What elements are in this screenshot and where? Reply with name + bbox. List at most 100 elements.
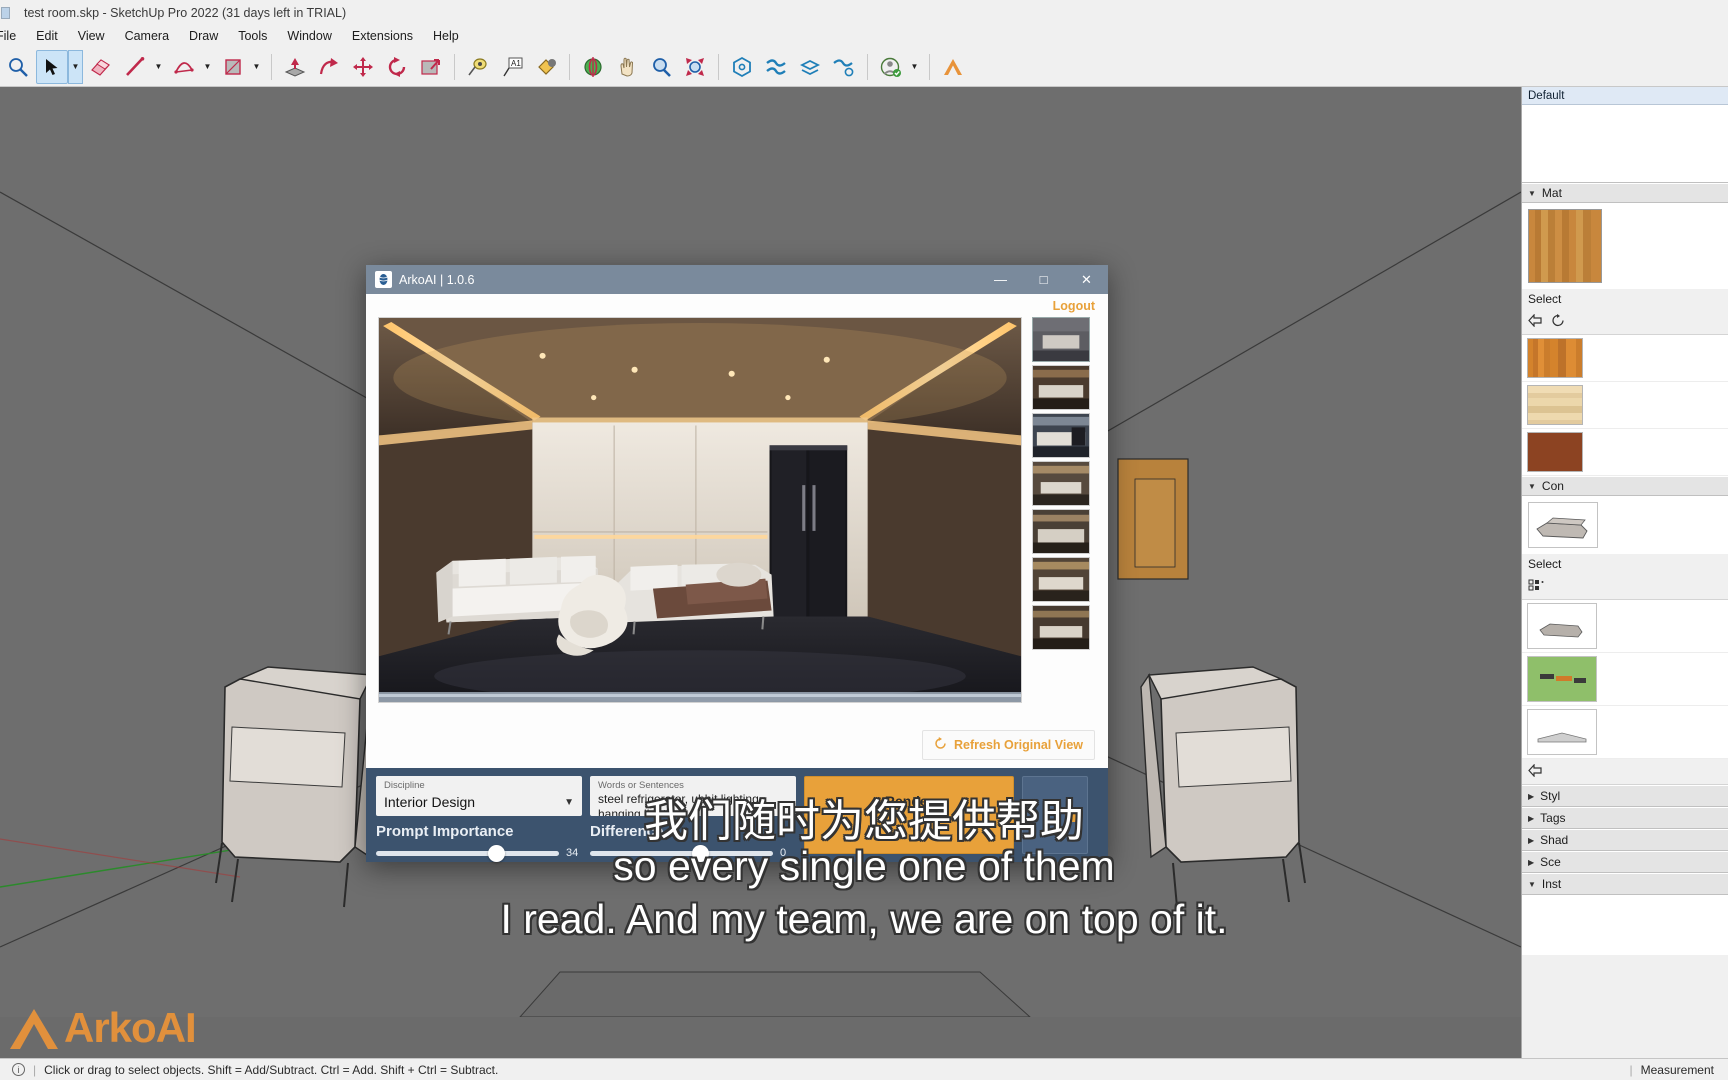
list-item[interactable] — [1522, 600, 1728, 653]
material-swatch[interactable] — [1527, 385, 1583, 425]
difference-slider[interactable]: 0 — [590, 844, 796, 862]
section-instructor[interactable]: ▼ Inst — [1522, 873, 1728, 895]
eraser-icon[interactable] — [85, 50, 117, 84]
main-toolbar[interactable]: ▼ ▼ ▼ ▼ A1 ▼ — [0, 47, 1728, 87]
materials-nav-row[interactable] — [1522, 309, 1728, 335]
orbit-icon[interactable] — [577, 50, 609, 84]
solid-tools-icon[interactable] — [726, 50, 758, 84]
rectangle-dropdown-icon[interactable]: ▼ — [249, 50, 264, 84]
close-button[interactable]: ✕ — [1065, 265, 1108, 294]
render-thumbnail-strip[interactable] — [1032, 317, 1096, 768]
menu-window[interactable]: Window — [277, 25, 341, 47]
back-arrow-icon[interactable] — [1528, 762, 1543, 780]
zoom-extents-icon[interactable] — [679, 50, 711, 84]
section-tags[interactable]: ▶ Tags — [1522, 807, 1728, 829]
section-shadows[interactable]: ▶ Shad — [1522, 829, 1728, 851]
slider-track[interactable] — [376, 844, 559, 862]
menu-edit[interactable]: Edit — [26, 25, 68, 47]
menu-help[interactable]: Help — [423, 25, 469, 47]
materials-list[interactable] — [1522, 335, 1728, 476]
sandbox-icon[interactable] — [760, 50, 792, 84]
line-dropdown-icon[interactable]: ▼ — [151, 50, 166, 84]
chevron-down-icon[interactable]: ▼ — [564, 797, 574, 808]
list-item[interactable] — [1522, 706, 1728, 759]
window-controls[interactable]: — □ ✕ — [979, 265, 1108, 294]
menubar[interactable]: File Edit View Camera Draw Tools Window … — [0, 25, 1728, 47]
refresh-small-icon[interactable] — [1551, 313, 1566, 330]
slider-knob[interactable] — [487, 844, 505, 862]
arc-icon[interactable] — [168, 50, 200, 84]
thumbnail-3[interactable] — [1032, 461, 1090, 506]
thumbnail-6[interactable] — [1032, 605, 1090, 650]
followme-icon[interactable] — [313, 50, 345, 84]
refresh-original-view-button[interactable]: Refresh Original View — [922, 730, 1095, 760]
default-tray-panel[interactable]: Default ▼ Mat Select ▼ Con Select ▶ Styl… — [1521, 87, 1728, 1080]
component-thumb[interactable] — [1527, 709, 1597, 755]
grid-view-icon[interactable] — [1528, 578, 1545, 595]
material-swatch-active[interactable] — [1528, 209, 1602, 283]
component-thumb[interactable] — [1527, 656, 1597, 702]
menu-draw[interactable]: Draw — [179, 25, 228, 47]
list-item[interactable] — [1522, 335, 1728, 382]
render-button[interactable]: Render — [804, 776, 1014, 854]
section-scenes[interactable]: ▶ Sce — [1522, 851, 1728, 873]
menu-extensions[interactable]: Extensions — [342, 25, 423, 47]
zoom-window-icon[interactable] — [645, 50, 677, 84]
account-icon[interactable] — [875, 50, 907, 84]
components-nav-row[interactable] — [1522, 574, 1728, 600]
rectangle-icon[interactable] — [217, 50, 249, 84]
slider-knob[interactable] — [692, 844, 710, 862]
minimize-button[interactable]: — — [979, 265, 1022, 294]
back-arrow-icon[interactable] — [1528, 312, 1543, 330]
section-materials[interactable]: ▼ Mat — [1522, 183, 1728, 203]
select-dropdown-icon[interactable]: ▼ — [68, 49, 83, 84]
menu-camera[interactable]: Camera — [115, 25, 179, 47]
section-styles[interactable]: ▶ Styl — [1522, 785, 1728, 807]
render-options-panel[interactable] — [1022, 776, 1088, 854]
account-dropdown-icon[interactable]: ▼ — [907, 50, 922, 84]
discipline-select[interactable]: Discipline Interior Design ▼ — [376, 776, 582, 816]
section-components[interactable]: ▼ Con — [1522, 476, 1728, 496]
menu-file[interactable]: File — [0, 25, 26, 47]
maximize-button[interactable]: □ — [1022, 265, 1065, 294]
menu-view[interactable]: View — [68, 25, 115, 47]
select-arrow-icon[interactable] — [36, 49, 68, 84]
move-icon[interactable] — [347, 50, 379, 84]
list-item[interactable] — [1522, 382, 1728, 429]
arko-extension-icon[interactable] — [937, 50, 969, 84]
thumbnail-1[interactable] — [1032, 365, 1090, 410]
offset-icon[interactable] — [415, 50, 447, 84]
components-list[interactable] — [1522, 600, 1728, 759]
tray-tab-default[interactable]: Default — [1522, 87, 1728, 105]
material-swatch[interactable] — [1527, 432, 1583, 472]
text-icon[interactable]: A1 — [496, 50, 528, 84]
layers-icon[interactable] — [794, 50, 826, 84]
prompt-textarea[interactable]: Words or Sentences steel refrigerator, u… — [590, 776, 796, 816]
arkoai-titlebar[interactable]: ArkoAI | 1.0.6 — □ ✕ — [366, 265, 1108, 294]
thumbnail-2[interactable] — [1032, 413, 1090, 458]
pushpull-icon[interactable] — [279, 50, 311, 84]
thumbnail-4[interactable] — [1032, 509, 1090, 554]
zoom-icon[interactable] — [2, 50, 34, 84]
arc-dropdown-icon[interactable]: ▼ — [200, 50, 215, 84]
components-back-row[interactable] — [1522, 759, 1728, 785]
pan-icon[interactable] — [611, 50, 643, 84]
tape-measure-icon[interactable] — [462, 50, 494, 84]
component-thumb[interactable] — [1527, 603, 1597, 649]
info-icon[interactable]: i — [12, 1063, 25, 1076]
slider-track[interactable] — [590, 844, 773, 862]
menu-tools[interactable]: Tools — [228, 25, 277, 47]
rotate-icon[interactable] — [381, 50, 413, 84]
line-icon[interactable] — [119, 50, 151, 84]
logout-button[interactable]: Logout — [1053, 299, 1095, 313]
component-preview-thumb[interactable] — [1528, 502, 1598, 548]
option-swatch-icon[interactable] — [1065, 807, 1080, 822]
arkoai-dialog[interactable]: ArkoAI | 1.0.6 — □ ✕ Logout Refresh Orig… — [366, 265, 1108, 862]
thumbnail-0[interactable] — [1032, 317, 1090, 362]
measurements-box[interactable]: | Measurement — [1622, 1063, 1715, 1077]
thumbnail-5[interactable] — [1032, 557, 1090, 602]
list-item[interactable] — [1522, 653, 1728, 706]
sandbox-settings-icon[interactable] — [828, 50, 860, 84]
render-preview-image[interactable] — [378, 317, 1022, 703]
material-swatch[interactable] — [1527, 338, 1583, 378]
